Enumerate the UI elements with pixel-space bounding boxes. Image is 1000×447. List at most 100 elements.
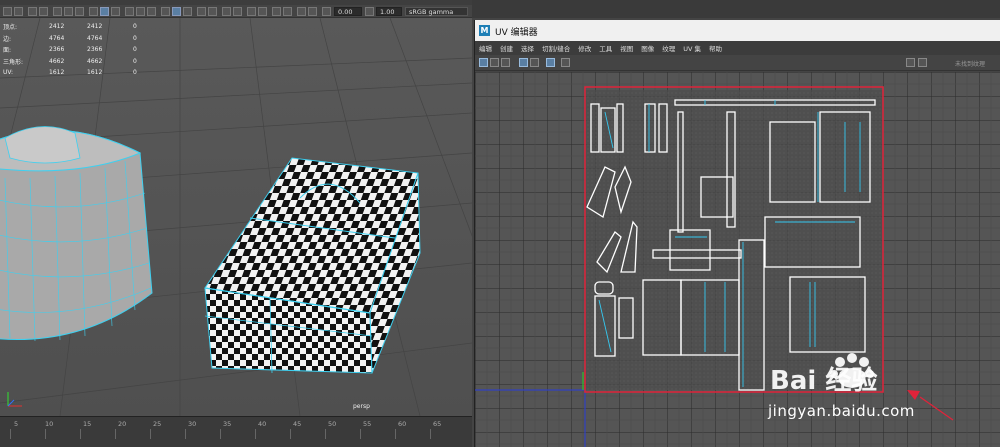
poly-count-hud: 顶点: 2412 2412 0 边: 4764 4764 0 面: 2366 2366 0 三角形… [3, 21, 153, 79]
perspective-viewport[interactable]: 顶点: 2412 2412 0 边: 4764 4764 0 面: 2366 2366 0 三角形… [0, 18, 472, 416]
menu-create[interactable]: 创建 [500, 43, 513, 53]
right-top-strip [472, 0, 1000, 18]
menu-textures[interactable]: 纹理 [662, 43, 675, 53]
timeline-tick: 45 [293, 420, 302, 428]
image-icon[interactable] [906, 58, 915, 67]
hud-row-uvs: UV: 1612 1612 0 [3, 69, 137, 77]
uv-editor-titlebar[interactable]: M UV 编辑器 [475, 20, 1000, 41]
isolate-select-icon[interactable] [161, 7, 170, 16]
wireframe-on-shaded-icon[interactable] [111, 7, 120, 16]
menu-help[interactable]: 帮助 [709, 43, 722, 53]
axis-gizmo-icon [7, 392, 22, 407]
checker-icon[interactable] [918, 58, 927, 67]
menu-view[interactable]: 视图 [620, 43, 633, 53]
checker-display-icon[interactable] [530, 58, 539, 67]
depth-of-field-icon[interactable] [222, 7, 231, 16]
maya-logo-icon: M [479, 25, 490, 36]
hud-row-faces: 面: 2366 2366 0 [3, 46, 137, 55]
pan-zoom-icon[interactable] [297, 7, 306, 16]
display-icon[interactable] [258, 7, 267, 16]
menu-cut-sew[interactable]: 切割/缝合 [542, 43, 570, 53]
texture-dropdown[interactable]: 未找到纹理 [955, 59, 985, 68]
timeline-tick-mark [395, 429, 396, 439]
grease-pencil-icon[interactable] [308, 7, 317, 16]
uv-distortion-icon[interactable] [490, 58, 499, 67]
timeline-tick: 35 [223, 420, 232, 428]
grid-display-icon[interactable] [479, 58, 488, 67]
timeline-tick: 30 [188, 420, 197, 428]
xray-icon[interactable] [172, 7, 181, 16]
hud-row-vertices: 顶点: 2412 2412 0 [3, 23, 137, 32]
timeline-tick: 50 [328, 420, 337, 428]
timeline-tick-mark [255, 429, 256, 439]
motion-blur-icon[interactable] [233, 7, 242, 16]
uv-editor-toolbar: 未找到纹理 [475, 55, 1000, 71]
textured-icon[interactable] [125, 7, 134, 16]
image-plane-icon[interactable] [39, 7, 48, 16]
menu-image[interactable]: 图像 [641, 43, 654, 53]
timeline-tick-mark [220, 429, 221, 439]
xray-joints-icon[interactable] [183, 7, 192, 16]
ambient-occlusion-icon[interactable] [197, 7, 206, 16]
menu-modify[interactable]: 修改 [578, 43, 591, 53]
timeline-tick-mark [115, 429, 116, 439]
timeline-tick-mark [80, 429, 81, 439]
hud-row-triangles: 三角形: 4662 4662 0 [3, 57, 137, 66]
uv-editor-menubar: 编辑 创建 选择 切割/缝合 修改 工具 视图 图像 纹理 UV 集 帮助 [475, 41, 1000, 55]
timeline-tick: 55 [363, 420, 372, 428]
shaded-uv-icon[interactable] [519, 58, 528, 67]
wireframe-icon[interactable] [89, 7, 98, 16]
hud-row-edges: 边: 4764 4764 0 [3, 34, 137, 43]
shadows-icon[interactable] [147, 7, 156, 16]
exposure-field[interactable]: 0.00 [334, 7, 362, 16]
timeline-tick: 60 [398, 420, 407, 428]
camera-attributes-icon[interactable] [14, 7, 23, 16]
lights-icon[interactable] [136, 7, 145, 16]
timeline-tick: 10 [45, 420, 54, 428]
timeline-tick: 20 [118, 420, 127, 428]
hud-icon[interactable] [272, 7, 281, 16]
target-icon[interactable] [561, 58, 570, 67]
antialiasing-icon[interactable] [208, 7, 217, 16]
timeline-tick-mark [430, 429, 431, 439]
timeline-tick: 15 [83, 420, 92, 428]
texture-borders-icon[interactable] [501, 58, 510, 67]
timeline-tick: 5 [14, 420, 19, 428]
exposure-icon[interactable] [322, 7, 331, 16]
color-management-icon[interactable] [247, 7, 256, 16]
menu-edit[interactable]: 编辑 [479, 43, 492, 53]
film-gate-icon[interactable] [64, 7, 73, 16]
watermark-url: jingyan.baidu.com [768, 402, 915, 420]
playblast-icon[interactable] [283, 7, 292, 16]
grid-icon[interactable] [53, 7, 62, 16]
timeline-tick-mark [290, 429, 291, 439]
menu-uv-sets[interactable]: UV 集 [683, 43, 701, 53]
timeline-tick-mark [10, 429, 11, 439]
select-camera-icon[interactable] [3, 7, 12, 16]
timeline-tick: 65 [433, 420, 442, 428]
bookmark-icon[interactable] [28, 7, 37, 16]
timeline-tick-mark [325, 429, 326, 439]
image-display-icon[interactable] [546, 58, 555, 67]
watermark-logo-text: Bai 经验 [770, 366, 878, 396]
timeline-tick-mark [360, 429, 361, 439]
maya-screen: 0.00 1.00 sRGB gamma 顶点: 2412 2412 0 边: … [0, 0, 1000, 447]
resolution-gate-icon[interactable] [75, 7, 84, 16]
timeline-tick-mark [45, 429, 46, 439]
gamma-field[interactable]: 1.00 [376, 7, 402, 16]
timeline-tick-mark [185, 429, 186, 439]
cylinder-gift-box[interactable] [0, 126, 153, 342]
time-slider[interactable]: 5 10 15 20 25 30 35 40 45 50 55 60 65 [0, 416, 472, 447]
gamma-icon[interactable] [365, 7, 374, 16]
menu-select[interactable]: 选择 [521, 43, 534, 53]
menu-tools[interactable]: 工具 [599, 43, 612, 53]
uv-editor-title: UV 编辑器 [495, 28, 538, 38]
timeline-tick: 40 [258, 420, 267, 428]
checkered-gift-box[interactable] [204, 157, 421, 374]
colorspace-dropdown[interactable]: sRGB gamma [405, 7, 468, 16]
timeline-tick-mark [150, 429, 151, 439]
smooth-shade-icon[interactable] [100, 7, 109, 16]
timeline-tick: 25 [153, 420, 162, 428]
viewport-toolbar: 0.00 1.00 sRGB gamma [0, 5, 472, 18]
viewport-camera-label: persp [353, 403, 370, 410]
